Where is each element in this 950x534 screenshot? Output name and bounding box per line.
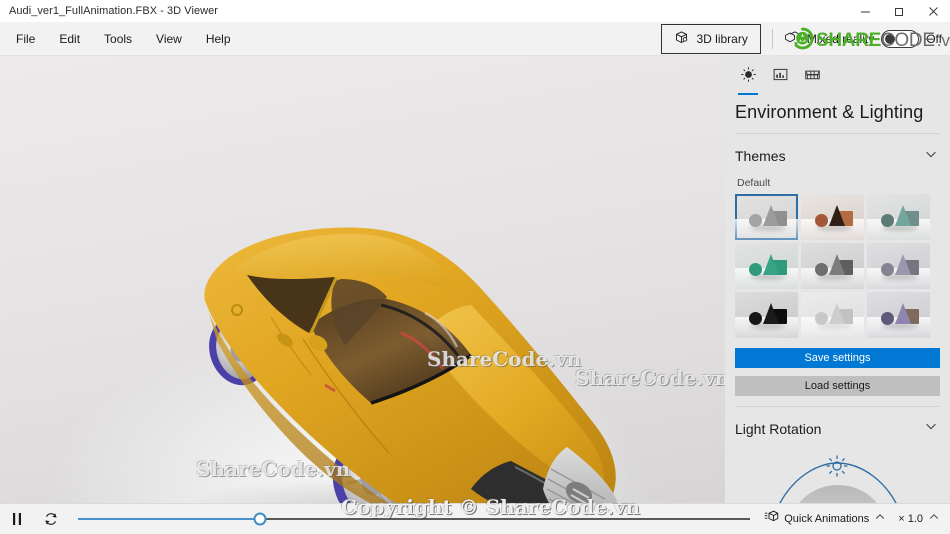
3d-library-button[interactable]: 3D library [661, 24, 761, 54]
theme-thumbnail[interactable] [735, 291, 798, 338]
mixed-reality-state: Off [926, 32, 942, 46]
theme-thumbnail[interactable] [735, 242, 798, 289]
thumb-cone [895, 204, 911, 226]
thumb-cone [763, 253, 779, 275]
theme-thumbnail[interactable] [801, 193, 864, 240]
menu-bar: File Edit Tools View Help 3D library Mix… [0, 22, 950, 56]
thumb-cone [895, 253, 911, 275]
tab-statistics[interactable] [765, 64, 795, 90]
thumb-sphere [881, 213, 894, 227]
themes-group-label: Default [737, 176, 771, 189]
playback-right-group: Quick Animations × 1.0 [764, 509, 950, 529]
theme-thumbnail[interactable] [801, 291, 864, 338]
theme-thumbnail[interactable] [867, 291, 930, 338]
mixed-reality-icon [784, 30, 800, 49]
mixed-reality-label: Mixed reality [806, 32, 875, 46]
menu-bar-right-group: 3D library Mixed reality Off [661, 22, 950, 56]
timeline-progress-fill [78, 518, 260, 520]
light-rotation-label: Light Rotation [735, 420, 822, 437]
menu-item-edit[interactable]: Edit [47, 27, 92, 51]
cube-icon [674, 30, 689, 48]
quick-animations-button[interactable]: Quick Animations [764, 509, 886, 529]
thumb-cone [829, 204, 845, 226]
thumb-cone [763, 302, 779, 324]
sun-icon[interactable] [825, 454, 849, 483]
pause-button[interactable] [0, 504, 34, 534]
menu-item-help[interactable]: Help [194, 27, 243, 51]
close-icon[interactable] [916, 0, 950, 22]
themes-section-header[interactable]: Themes [725, 134, 950, 177]
animation-cube-icon [764, 509, 779, 529]
theme-thumbnail-grid [725, 193, 950, 338]
timeline-track[interactable] [78, 512, 751, 526]
quick-animations-label: Quick Animations [784, 513, 870, 525]
menu-item-file[interactable]: File [4, 27, 47, 51]
mixed-reality-group: Mixed reality Off [784, 30, 942, 49]
light-rotation-section-header[interactable]: Light Rotation [725, 406, 950, 449]
3d-viewer-window: Audi_ver1_FullAnimation.FBX - 3D Viewer … [0, 0, 950, 534]
theme-thumbnail[interactable] [735, 193, 798, 240]
car-3d-model [204, 227, 617, 503]
timeline-thumb[interactable] [253, 512, 266, 526]
thumb-cone [829, 253, 845, 275]
tab-environment-lighting[interactable] [733, 64, 763, 95]
playback-speed-label: × 1.0 [898, 513, 923, 525]
environment-lighting-panel: Environment & Lighting Themes Default Sa… [725, 56, 950, 503]
chevron-up-icon[interactable] [874, 510, 886, 528]
thumb-sphere [749, 213, 762, 227]
thumb-cone [895, 302, 911, 324]
theme-thumbnail[interactable] [801, 242, 864, 289]
thumb-sphere [815, 262, 828, 276]
sun-icon [740, 66, 757, 88]
load-settings-button[interactable]: Load settings [735, 375, 940, 396]
window-controls [848, 0, 950, 22]
themes-label: Themes [735, 148, 786, 165]
tab-grid[interactable] [797, 64, 827, 90]
thumb-sphere [749, 262, 762, 276]
stats-icon [772, 66, 789, 88]
menu-item-view[interactable]: View [144, 27, 194, 51]
minimize-icon[interactable] [848, 0, 882, 22]
grid-icon [804, 66, 821, 88]
thumb-cone [763, 204, 779, 226]
chevron-up-icon[interactable] [928, 510, 940, 528]
panel-tab-strip [725, 56, 950, 95]
panel-title: Environment & Lighting [735, 102, 924, 122]
theme-thumbnail[interactable] [867, 242, 930, 289]
maximize-icon[interactable] [882, 0, 916, 22]
window-title: Audi_ver1_FullAnimation.FBX - 3D Viewer [9, 5, 219, 17]
save-settings-button[interactable]: Save settings [735, 347, 940, 368]
playback-speed-button[interactable]: × 1.0 [898, 510, 940, 528]
chevron-down-icon[interactable] [924, 419, 938, 438]
timeline-slider[interactable] [68, 504, 764, 534]
settings-buttons: Save settings Load settings [725, 338, 950, 396]
menu-item-list: File Edit Tools View Help [0, 27, 243, 51]
loop-button[interactable] [34, 504, 68, 534]
toggle-knob [885, 34, 896, 44]
title-bar: Audi_ver1_FullAnimation.FBX - 3D Viewer [0, 0, 950, 22]
thumb-sphere [815, 311, 828, 325]
main-content: ShareCode.vn ShareCode.vn ShareCode.vn E… [0, 56, 950, 503]
thumb-sphere [749, 311, 762, 325]
menu-item-tools[interactable]: Tools [92, 27, 144, 51]
3d-library-label: 3D library [696, 32, 748, 46]
light-rotation-control[interactable] [725, 453, 950, 503]
thumb-sphere [881, 262, 894, 276]
thumb-cone [829, 302, 845, 324]
playback-bar: Quick Animations × 1.0 [0, 503, 950, 534]
model-viewport[interactable]: ShareCode.vn ShareCode.vn ShareCode.vn [0, 56, 725, 503]
toolbar-divider [771, 29, 773, 49]
chevron-down-icon[interactable] [924, 147, 938, 166]
theme-thumbnail[interactable] [867, 193, 930, 240]
thumb-sphere [815, 213, 828, 227]
mixed-reality-toggle[interactable] [881, 30, 920, 48]
thumb-sphere [881, 311, 894, 325]
